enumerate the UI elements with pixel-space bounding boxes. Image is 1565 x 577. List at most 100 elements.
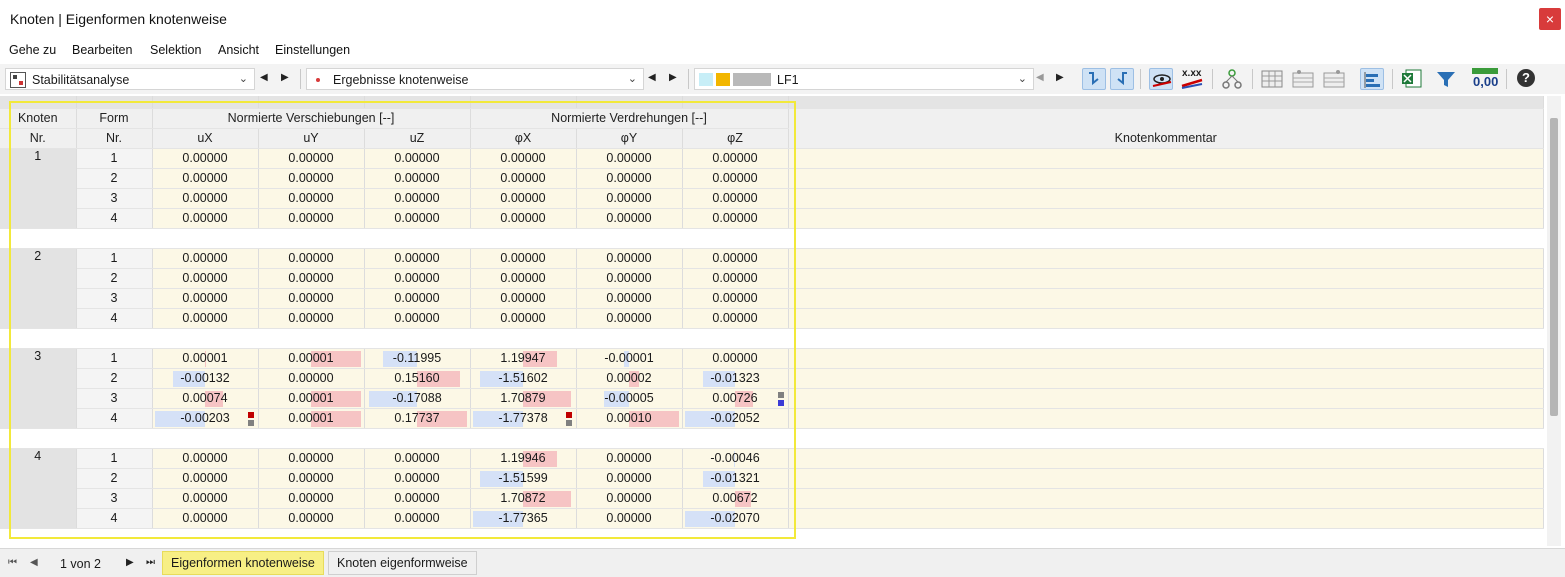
cell-phiy[interactable]: 0.00000 [576, 248, 682, 268]
cell-phix[interactable]: -1.77365 [470, 508, 576, 528]
cell-phiz[interactable]: 0.00000 [682, 248, 788, 268]
cell-ux[interactable]: 0.00000 [152, 288, 258, 308]
next-analysis-icon[interactable]: ▶ [281, 72, 289, 83]
cell-uz[interactable]: -0.11995 [364, 348, 470, 368]
bar-chart-view-button[interactable] [1360, 68, 1384, 90]
table-row[interactable]: 2-0.001320.000000.15160-1.516020.00002-0… [0, 368, 1544, 388]
cell-phiz[interactable]: -0.01321 [682, 468, 788, 488]
cell-form-nr[interactable]: 4 [76, 408, 152, 428]
cell-phiy[interactable]: 0.00000 [576, 288, 682, 308]
cell-uy[interactable]: 0.00000 [258, 268, 364, 288]
next-page-icon[interactable]: ▶ [126, 557, 134, 568]
first-page-icon[interactable]: ⏮ [8, 557, 17, 568]
cell-phix[interactable]: 0.00000 [470, 188, 576, 208]
select-in-model-button[interactable] [1082, 68, 1106, 90]
cell-phix[interactable]: 0.00000 [470, 308, 576, 328]
decimal-format-button[interactable]: x.xx [1180, 68, 1204, 90]
cell-uz[interactable]: 0.00000 [364, 308, 470, 328]
cell-uy[interactable]: 0.00000 [258, 168, 364, 188]
cell-uz[interactable]: 0.00000 [364, 168, 470, 188]
cell-uy[interactable]: 0.00000 [258, 448, 364, 468]
table-row[interactable]: 30.000000.000000.000000.000000.000000.00… [0, 288, 1544, 308]
cell-ux[interactable]: 0.00000 [152, 188, 258, 208]
table-row[interactable]: 30.000000.000000.000000.000000.000000.00… [0, 188, 1544, 208]
cell-phix[interactable]: 1.19946 [470, 448, 576, 468]
cell-ux[interactable]: 0.00074 [152, 388, 258, 408]
cell-phix[interactable]: 0.00000 [470, 288, 576, 308]
loadcase-select[interactable]: LF1 ⌄ [694, 68, 1034, 90]
table-row[interactable]: 4-0.002030.000010.17737-1.773780.00010-0… [0, 408, 1544, 428]
cell-comment[interactable] [788, 168, 1544, 188]
header-knoten[interactable]: Knoten [0, 108, 76, 128]
cell-phix[interactable]: 0.00000 [470, 268, 576, 288]
cell-uz[interactable]: 0.00000 [364, 288, 470, 308]
cell-phix[interactable]: 0.00000 [470, 208, 576, 228]
cell-phiz[interactable]: 0.00726 [682, 388, 788, 408]
cell-ux[interactable]: 0.00000 [152, 308, 258, 328]
cell-ux[interactable]: 0.00000 [152, 268, 258, 288]
previous-results-icon[interactable]: ◀ [648, 72, 656, 83]
cell-form-nr[interactable]: 1 [76, 448, 152, 468]
cell-phiy[interactable]: 0.00000 [576, 188, 682, 208]
header-phiy[interactable]: φY [576, 128, 682, 148]
header-phiz[interactable]: φZ [682, 128, 788, 148]
table-row[interactable]: 20.000000.000000.00000-1.515990.00000-0.… [0, 468, 1544, 488]
results-select[interactable]: Ergebnisse knotenweise ⌄ [306, 68, 644, 90]
cell-phix[interactable]: 0.00000 [470, 168, 576, 188]
cell-phix[interactable]: 1.19947 [470, 348, 576, 368]
header-phix[interactable]: φX [470, 128, 576, 148]
cell-form-nr[interactable]: 3 [76, 388, 152, 408]
cell-phiz[interactable]: 0.00000 [682, 348, 788, 368]
cell-phiy[interactable]: 0.00002 [576, 368, 682, 388]
last-page-icon[interactable]: ⏭ [146, 557, 155, 568]
cell-ux[interactable]: 0.00000 [152, 448, 258, 468]
cell-uz[interactable]: 0.00000 [364, 488, 470, 508]
cell-ux[interactable]: 0.00000 [152, 208, 258, 228]
cell-comment[interactable] [788, 148, 1544, 168]
cell-form-nr[interactable]: 2 [76, 368, 152, 388]
cell-phiz[interactable]: -0.02052 [682, 408, 788, 428]
table-row[interactable]: 20.000000.000000.000000.000000.000000.00… [0, 268, 1544, 288]
cell-phiy[interactable]: 0.00000 [576, 468, 682, 488]
previous-page-icon[interactable]: ◀ [30, 557, 38, 568]
header-uy[interactable]: uY [258, 128, 364, 148]
cell-phiz[interactable]: -0.00046 [682, 448, 788, 468]
cell-phiy[interactable]: -0.00005 [576, 388, 682, 408]
previous-loadcase-icon[interactable]: ◀ [1036, 72, 1044, 83]
cell-form-nr[interactable]: 3 [76, 488, 152, 508]
cell-phiy[interactable]: 0.00010 [576, 408, 682, 428]
cell-ux[interactable]: 0.00000 [152, 508, 258, 528]
cell-ux[interactable]: 0.00000 [152, 468, 258, 488]
table-row[interactable]: 210.000000.000000.000000.000000.000000.0… [0, 248, 1544, 268]
jump-to-model-button[interactable] [1110, 68, 1134, 90]
cell-phiz[interactable]: 0.00000 [682, 208, 788, 228]
cell-uy[interactable]: 0.00000 [258, 248, 364, 268]
cell-form-nr[interactable]: 2 [76, 468, 152, 488]
table-row[interactable]: 40.000000.000000.00000-1.773650.00000-0.… [0, 508, 1544, 528]
cell-phix[interactable]: 0.00000 [470, 248, 576, 268]
table-row[interactable]: 40.000000.000000.000000.000000.000000.00… [0, 208, 1544, 228]
cell-knoten-nr[interactable]: 2 [0, 248, 76, 328]
cell-uy[interactable]: 0.00000 [258, 508, 364, 528]
cell-uz[interactable]: 0.00000 [364, 448, 470, 468]
cell-phiy[interactable]: 0.00000 [576, 308, 682, 328]
cell-knoten-nr[interactable]: 1 [0, 148, 76, 228]
table-row[interactable]: 30.000000.000000.000001.708720.000000.00… [0, 488, 1544, 508]
cell-form-nr[interactable]: 1 [76, 348, 152, 368]
cell-form-nr[interactable]: 1 [76, 148, 152, 168]
cell-comment[interactable] [788, 248, 1544, 268]
header-form-nr[interactable]: Nr. [76, 128, 152, 148]
cell-uy[interactable]: 0.00000 [258, 488, 364, 508]
cell-form-nr[interactable]: 3 [76, 188, 152, 208]
header-ux[interactable]: uX [152, 128, 258, 148]
cell-comment[interactable] [788, 488, 1544, 508]
cell-ux[interactable]: -0.00132 [152, 368, 258, 388]
cell-ux[interactable]: 0.00000 [152, 488, 258, 508]
cell-uz[interactable]: 0.00000 [364, 188, 470, 208]
menu-ansicht[interactable]: Ansicht [218, 43, 259, 57]
cell-ux[interactable]: 0.00000 [152, 248, 258, 268]
cell-ux[interactable]: -0.00203 [152, 408, 258, 428]
header-form[interactable]: Form [76, 108, 152, 128]
cell-phiy[interactable]: -0.00001 [576, 348, 682, 368]
header-uz[interactable]: uZ [364, 128, 470, 148]
